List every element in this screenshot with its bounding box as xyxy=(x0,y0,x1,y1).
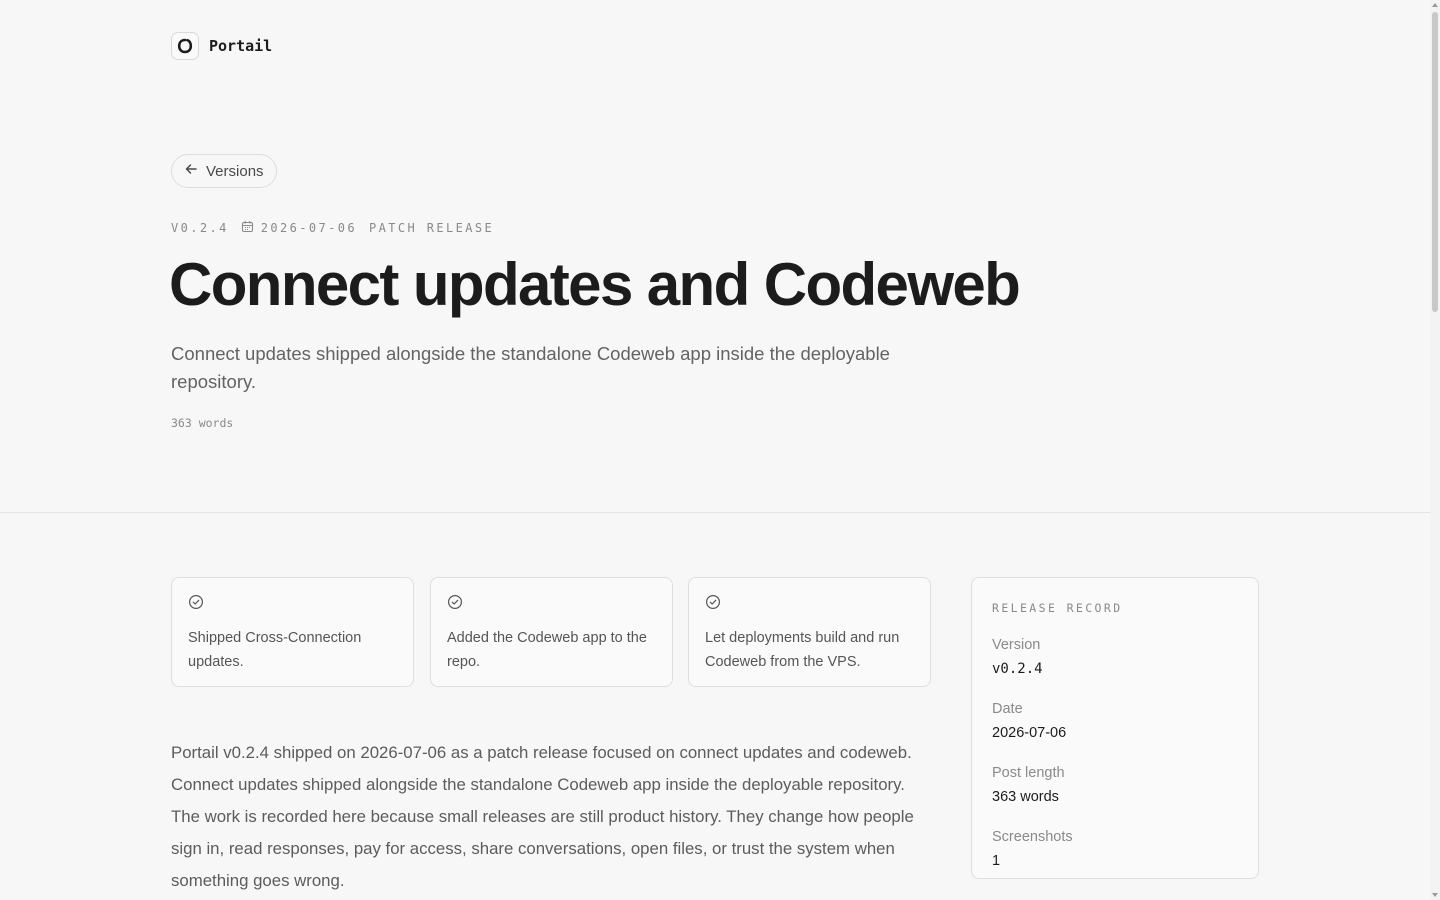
record-value: 2026-07-06 xyxy=(992,725,1067,741)
record-value: 1 xyxy=(992,853,1001,869)
section-divider xyxy=(0,512,1430,513)
meta-release-type: PATCH RELEASE xyxy=(369,221,495,235)
check-circle-icon xyxy=(705,594,914,612)
page-subtitle: Connect updates shipped alongside the st… xyxy=(171,343,890,392)
brand[interactable]: Portail xyxy=(171,32,272,60)
record-label: Date xyxy=(992,701,1023,717)
scroll-down-icon[interactable] xyxy=(1432,893,1438,897)
record-label: Screenshots xyxy=(992,829,1073,845)
meta-version: V0.2.4 xyxy=(171,221,229,235)
meta-date-text: 2026-07-06 xyxy=(260,221,357,235)
highlight-text: Added the Codeweb app to the repo. xyxy=(447,630,647,670)
highlight-card: Shipped Cross-Connection updates. xyxy=(171,577,414,687)
page: Portail Versions V0.2.4 2026-07-06 PATCH… xyxy=(0,0,1440,900)
record-row-date: Date 2026-07-06 xyxy=(992,699,1238,743)
meta-date: 2026-07-06 xyxy=(241,220,357,236)
record-row-post-length: Post length 363 words xyxy=(992,763,1238,807)
record-row-screenshots: Screenshots 1 xyxy=(992,827,1238,871)
record-value: 363 words xyxy=(992,789,1059,805)
vertical-scrollbar[interactable] xyxy=(1430,0,1440,900)
record-label: Version xyxy=(992,637,1041,653)
check-circle-icon xyxy=(447,594,656,612)
scroll-up-icon[interactable] xyxy=(1432,3,1438,7)
back-button-label: Versions xyxy=(206,162,264,180)
record-row-version: Version v0.2.4 xyxy=(992,635,1238,679)
highlight-text: Shipped Cross-Connection updates. xyxy=(188,630,362,670)
highlight-text: Let deployments build and run Codeweb fr… xyxy=(705,630,900,670)
release-record-panel: RELEASE RECORD Version v0.2.4 Date 2026-… xyxy=(971,577,1259,879)
highlight-card: Added the Codeweb app to the repo. xyxy=(430,577,673,687)
record-value: v0.2.4 xyxy=(992,661,1043,677)
portail-logo-icon xyxy=(171,32,199,60)
page-title: Connect updates and Codeweb xyxy=(169,251,1021,318)
release-meta: V0.2.4 2026-07-06 PATCH RELEASE xyxy=(171,220,494,236)
scrollbar-thumb[interactable] xyxy=(1432,12,1438,312)
calendar-icon xyxy=(241,220,254,236)
word-count: 363 words xyxy=(171,416,234,430)
brand-name: Portail xyxy=(209,37,273,55)
release-body: Portail v0.2.4 shipped on 2026-07-06 as … xyxy=(171,743,914,890)
release-record-heading: RELEASE RECORD xyxy=(992,601,1123,615)
arrow-left-icon xyxy=(184,162,198,181)
highlight-card: Let deployments build and run Codeweb fr… xyxy=(688,577,931,687)
back-to-versions-button[interactable]: Versions xyxy=(171,154,277,188)
record-label: Post length xyxy=(992,765,1065,781)
check-circle-icon xyxy=(188,594,397,612)
